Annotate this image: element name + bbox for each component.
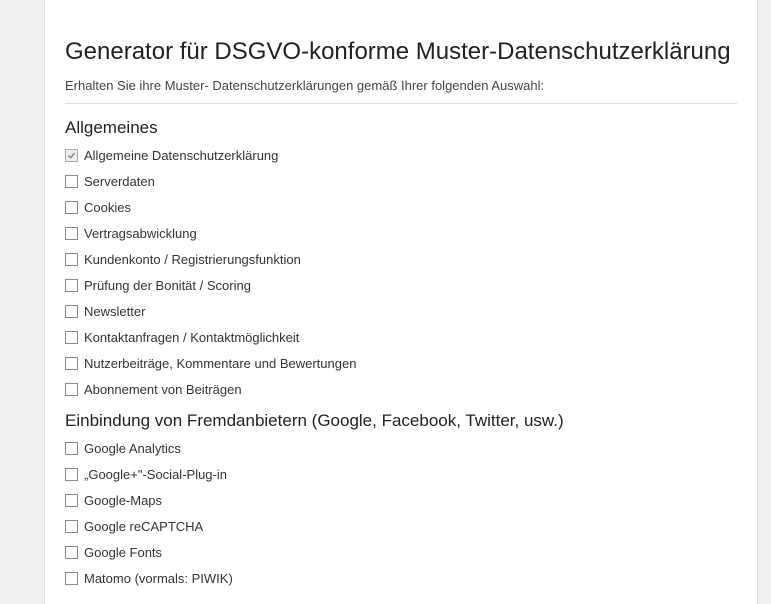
section-heading-general: Allgemeines bbox=[65, 118, 737, 138]
general-label: Newsletter bbox=[84, 304, 145, 319]
thirdparty-item: Google Analytics bbox=[65, 441, 737, 456]
general-checkbox[interactable] bbox=[65, 227, 78, 240]
checklist-thirdparty: Google Analytics „Google+"-Social-Plug-in… bbox=[65, 441, 737, 586]
thirdparty-item: Google reCAPTCHA bbox=[65, 519, 737, 534]
thirdparty-checkbox[interactable] bbox=[65, 494, 78, 507]
general-item: Serverdaten bbox=[65, 174, 737, 189]
general-item: Prüfung der Bonität / Scoring bbox=[65, 278, 737, 293]
general-checkbox[interactable] bbox=[65, 305, 78, 318]
general-item: Newsletter bbox=[65, 304, 737, 319]
form-card: Generator für DSGVO-konforme Muster-Date… bbox=[44, 0, 758, 604]
thirdparty-item: Matomo (vormals: PIWIK) bbox=[65, 571, 737, 586]
general-checkbox[interactable] bbox=[65, 253, 78, 266]
page-title: Generator für DSGVO-konforme Muster-Date… bbox=[65, 38, 737, 66]
general-label: Abonnement von Beiträgen bbox=[84, 382, 242, 397]
general-label: Cookies bbox=[84, 200, 131, 215]
thirdparty-label: Google Fonts bbox=[84, 545, 162, 560]
general-item: Vertragsabwicklung bbox=[65, 226, 737, 241]
general-label: Serverdaten bbox=[84, 174, 155, 189]
checklist-general: Allgemeine Datenschutzerklärung Serverdat… bbox=[65, 148, 737, 397]
thirdparty-checkbox[interactable] bbox=[65, 572, 78, 585]
general-item: Nutzerbeiträge, Kommentare und Bewertung… bbox=[65, 356, 737, 371]
general-checkbox bbox=[65, 149, 78, 162]
general-label: Prüfung der Bonität / Scoring bbox=[84, 278, 251, 293]
general-checkbox[interactable] bbox=[65, 175, 78, 188]
thirdparty-label: Google Analytics bbox=[84, 441, 181, 456]
general-checkbox[interactable] bbox=[65, 383, 78, 396]
thirdparty-label: Google-Maps bbox=[84, 493, 162, 508]
thirdparty-checkbox[interactable] bbox=[65, 468, 78, 481]
general-checkbox[interactable] bbox=[65, 331, 78, 344]
general-item: Abonnement von Beiträgen bbox=[65, 382, 737, 397]
divider bbox=[65, 103, 737, 104]
general-item: Cookies bbox=[65, 200, 737, 215]
general-checkbox[interactable] bbox=[65, 201, 78, 214]
section-heading-thirdparty: Einbindung von Fremdanbietern (Google, F… bbox=[65, 411, 737, 431]
general-label: Kundenkonto / Registrierungsfunktion bbox=[84, 252, 301, 267]
general-checkbox[interactable] bbox=[65, 357, 78, 370]
check-icon bbox=[67, 151, 76, 160]
general-label: Allgemeine Datenschutzerklärung bbox=[84, 148, 278, 163]
general-item: Allgemeine Datenschutzerklärung bbox=[65, 148, 737, 163]
general-label: Nutzerbeiträge, Kommentare und Bewertung… bbox=[84, 356, 356, 371]
thirdparty-checkbox[interactable] bbox=[65, 520, 78, 533]
thirdparty-checkbox[interactable] bbox=[65, 546, 78, 559]
intro-text: Erhalten Sie ihre Muster- Datenschutzerk… bbox=[65, 78, 737, 93]
thirdparty-label: „Google+"-Social-Plug-in bbox=[84, 467, 227, 482]
general-label: Vertragsabwicklung bbox=[84, 226, 197, 241]
thirdparty-item: „Google+"-Social-Plug-in bbox=[65, 467, 737, 482]
thirdparty-item: Google Fonts bbox=[65, 545, 737, 560]
general-item: Kundenkonto / Registrierungsfunktion bbox=[65, 252, 737, 267]
general-checkbox[interactable] bbox=[65, 279, 78, 292]
thirdparty-checkbox[interactable] bbox=[65, 442, 78, 455]
general-label: Kontaktanfragen / Kontaktmöglichkeit bbox=[84, 330, 299, 345]
thirdparty-label: Matomo (vormals: PIWIK) bbox=[84, 571, 233, 586]
thirdparty-label: Google reCAPTCHA bbox=[84, 519, 203, 534]
general-item: Kontaktanfragen / Kontaktmöglichkeit bbox=[65, 330, 737, 345]
thirdparty-item: Google-Maps bbox=[65, 493, 737, 508]
